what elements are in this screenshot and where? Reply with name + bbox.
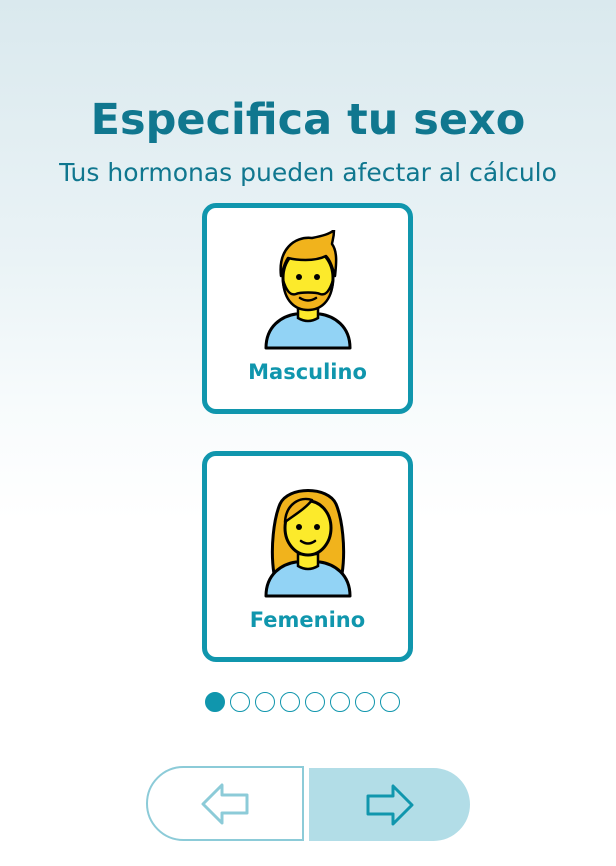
step-dot: [230, 692, 250, 712]
next-button[interactable]: [309, 768, 470, 841]
option-male-label: Masculino: [248, 360, 367, 384]
arrow-right-icon: [366, 784, 413, 825]
step-dot: [305, 692, 325, 712]
option-male-card[interactable]: Masculino: [202, 203, 413, 414]
step-dot-active: [205, 692, 225, 712]
step-dot: [330, 692, 350, 712]
step-indicator: [205, 692, 400, 714]
step-dot: [280, 692, 300, 712]
option-female-card[interactable]: Femenino: [202, 451, 413, 662]
step-dot: [255, 692, 275, 712]
page-title: Especifica tu sexo: [90, 95, 526, 145]
woman-avatar-icon: [264, 489, 351, 598]
page-subtitle: Tus hormonas pueden afectar al cálculo: [59, 158, 557, 187]
back-button[interactable]: [146, 766, 304, 841]
option-female-label: Femenino: [249, 608, 366, 632]
man-avatar-icon: [264, 230, 351, 350]
arrow-left-icon: [201, 783, 249, 824]
step-dot: [380, 692, 400, 712]
step-dot: [355, 692, 375, 712]
